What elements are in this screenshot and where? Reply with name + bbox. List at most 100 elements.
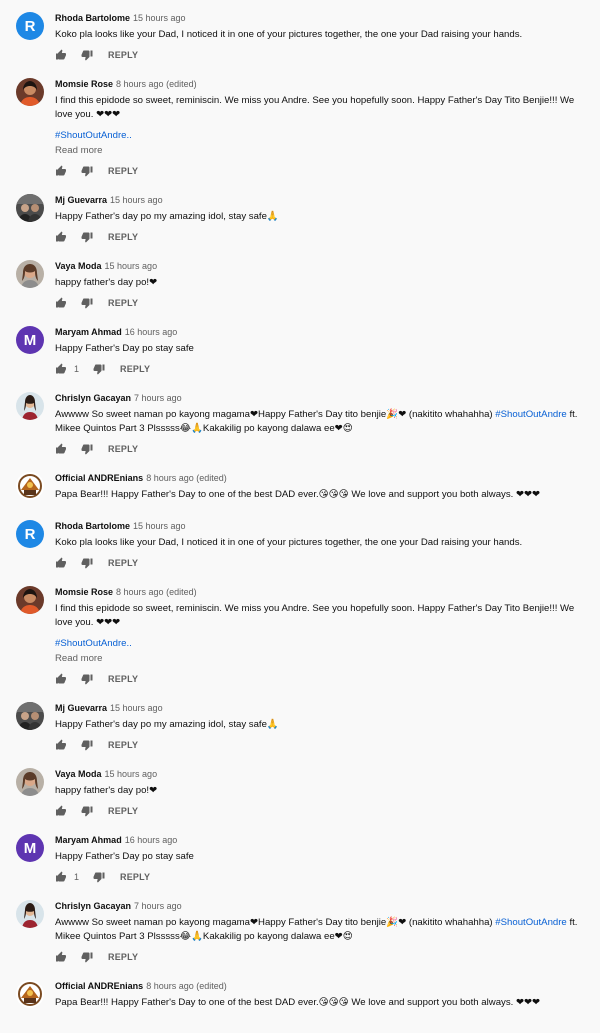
comment-item: Momsie Rose 8 hours ago (edited) I find th… [0, 574, 600, 690]
avatar-letter: M [23, 839, 37, 857]
avatar[interactable] [16, 980, 44, 1008]
reply-button[interactable]: REPLY [108, 232, 138, 242]
hashtag-link[interactable]: #ShoutOutAndre [495, 917, 566, 928]
author-name[interactable]: Chrislyn Gacayan [55, 901, 131, 911]
hashtag-link[interactable]: #ShoutOutAndre [495, 409, 566, 420]
avatar[interactable]: R [16, 520, 44, 548]
reply-button[interactable]: REPLY [108, 674, 138, 684]
reply-button[interactable]: REPLY [108, 558, 138, 568]
comment-header: Momsie Rose 8 hours ago (edited) [55, 78, 594, 91]
avatar[interactable] [16, 392, 44, 420]
thumb-up-icon[interactable] [55, 805, 67, 817]
author-name[interactable]: Official ANDREnians [55, 473, 143, 483]
thumb-down-icon[interactable] [81, 805, 93, 817]
thumb-down-icon[interactable] [81, 165, 93, 177]
avatar[interactable]: R [16, 12, 44, 40]
thumb-down-icon[interactable] [93, 871, 105, 883]
timestamp[interactable]: 8 hours ago (edited) [146, 981, 227, 991]
avatar[interactable] [16, 768, 44, 796]
comment-item: Chrislyn Gacayan 7 hours ago Awwww So swee… [0, 888, 600, 968]
reply-button[interactable]: REPLY [108, 952, 138, 962]
timestamp[interactable]: 8 hours ago (edited) [146, 473, 227, 483]
thumb-down-icon[interactable] [81, 443, 93, 455]
reply-button[interactable]: REPLY [120, 872, 150, 882]
comment-header: Mj Guevarra 15 hours ago [55, 194, 594, 207]
reply-button[interactable]: REPLY [108, 166, 138, 176]
thumb-up-icon[interactable] [55, 871, 67, 883]
author-name[interactable]: Mj Guevarra [55, 703, 107, 713]
author-name[interactable]: Rhoda Bartolome [55, 13, 130, 23]
timestamp[interactable]: 7 hours ago [134, 393, 182, 403]
avatar[interactable]: M [16, 326, 44, 354]
comment-header: Chrislyn Gacayan 7 hours ago [55, 392, 594, 405]
author-name[interactable]: Vaya Moda [55, 261, 102, 271]
thumb-up-icon[interactable] [55, 49, 67, 61]
comment-actions: REPLY [55, 552, 594, 574]
timestamp[interactable]: 15 hours ago [133, 13, 186, 23]
author-name[interactable]: Chrislyn Gacayan [55, 393, 131, 403]
avatar[interactable] [16, 472, 44, 500]
timestamp[interactable]: 7 hours ago [134, 901, 182, 911]
author-name[interactable]: Maryam Ahmad [55, 327, 122, 337]
author-name[interactable]: Maryam Ahmad [55, 835, 122, 845]
comment-item: Mj Guevarra 15 hours ago Happy Father's da… [0, 182, 600, 248]
author-name[interactable]: Mj Guevarra [55, 195, 107, 205]
read-more-link[interactable]: Read more [55, 652, 594, 666]
thumb-down-icon[interactable] [81, 673, 93, 685]
reply-button[interactable]: REPLY [108, 740, 138, 750]
avatar[interactable] [16, 702, 44, 730]
thumb-up-icon[interactable] [55, 231, 67, 243]
author-name[interactable]: Official ANDREnians [55, 981, 143, 991]
timestamp[interactable]: 8 hours ago (edited) [116, 79, 197, 89]
avatar[interactable] [16, 900, 44, 928]
timestamp[interactable]: 15 hours ago [110, 195, 163, 205]
thumb-down-icon[interactable] [81, 739, 93, 751]
comment-item: Chrislyn Gacayan 7 hours ago Awwww So swee… [0, 380, 600, 460]
author-name[interactable]: Momsie Rose [55, 79, 113, 89]
thumb-down-icon[interactable] [81, 297, 93, 309]
thumb-up-icon[interactable] [55, 673, 67, 685]
reply-button[interactable]: REPLY [120, 364, 150, 374]
avatar[interactable] [16, 260, 44, 288]
reply-button[interactable]: REPLY [108, 298, 138, 308]
read-more-link[interactable]: Read more [55, 144, 594, 158]
thumb-up-icon[interactable] [55, 739, 67, 751]
comment-text-part: Awwww So sweet naman po kayong magama❤Ha… [55, 917, 496, 928]
avatar[interactable]: M [16, 834, 44, 862]
thumb-down-icon[interactable] [81, 557, 93, 569]
timestamp[interactable]: 15 hours ago [133, 521, 186, 531]
thumb-down-icon[interactable] [81, 951, 93, 963]
author-name[interactable]: Rhoda Bartolome [55, 521, 130, 531]
author-name[interactable]: Vaya Moda [55, 769, 102, 779]
hashtag-link[interactable]: #ShoutOutAndre.. [55, 637, 594, 651]
thumb-up-icon[interactable] [55, 165, 67, 177]
thumb-up-icon[interactable] [55, 363, 67, 375]
comment-item: M Maryam Ahmad 16 hours ago Happy Father's … [0, 822, 600, 888]
timestamp[interactable]: 16 hours ago [125, 327, 178, 337]
thumb-up-icon[interactable] [55, 443, 67, 455]
reply-button[interactable]: REPLY [108, 806, 138, 816]
comment-actions: REPLY [55, 946, 594, 968]
avatar[interactable] [16, 78, 44, 106]
author-name[interactable]: Momsie Rose [55, 587, 113, 597]
timestamp[interactable]: 15 hours ago [110, 703, 163, 713]
avatar[interactable] [16, 194, 44, 222]
comment-item: Momsie Rose 8 hours ago (edited) I find th… [0, 66, 600, 182]
comment-item: Official ANDREnians 8 hours ago (edited) P… [0, 968, 600, 1016]
thumb-down-icon[interactable] [81, 231, 93, 243]
thumb-up-icon[interactable] [55, 557, 67, 569]
comment-text: happy father's day po!❤ [55, 785, 158, 796]
reply-button[interactable]: REPLY [108, 444, 138, 454]
timestamp[interactable]: 16 hours ago [125, 835, 178, 845]
reply-button[interactable]: REPLY [108, 50, 138, 60]
hashtag-link[interactable]: #ShoutOutAndre.. [55, 129, 594, 143]
timestamp[interactable]: 8 hours ago (edited) [116, 587, 197, 597]
comment-header: Vaya Moda 15 hours ago [55, 260, 594, 273]
timestamp[interactable]: 15 hours ago [105, 769, 158, 779]
thumb-up-icon[interactable] [55, 297, 67, 309]
thumb-up-icon[interactable] [55, 951, 67, 963]
timestamp[interactable]: 15 hours ago [105, 261, 158, 271]
thumb-down-icon[interactable] [81, 49, 93, 61]
avatar[interactable] [16, 586, 44, 614]
thumb-down-icon[interactable] [93, 363, 105, 375]
